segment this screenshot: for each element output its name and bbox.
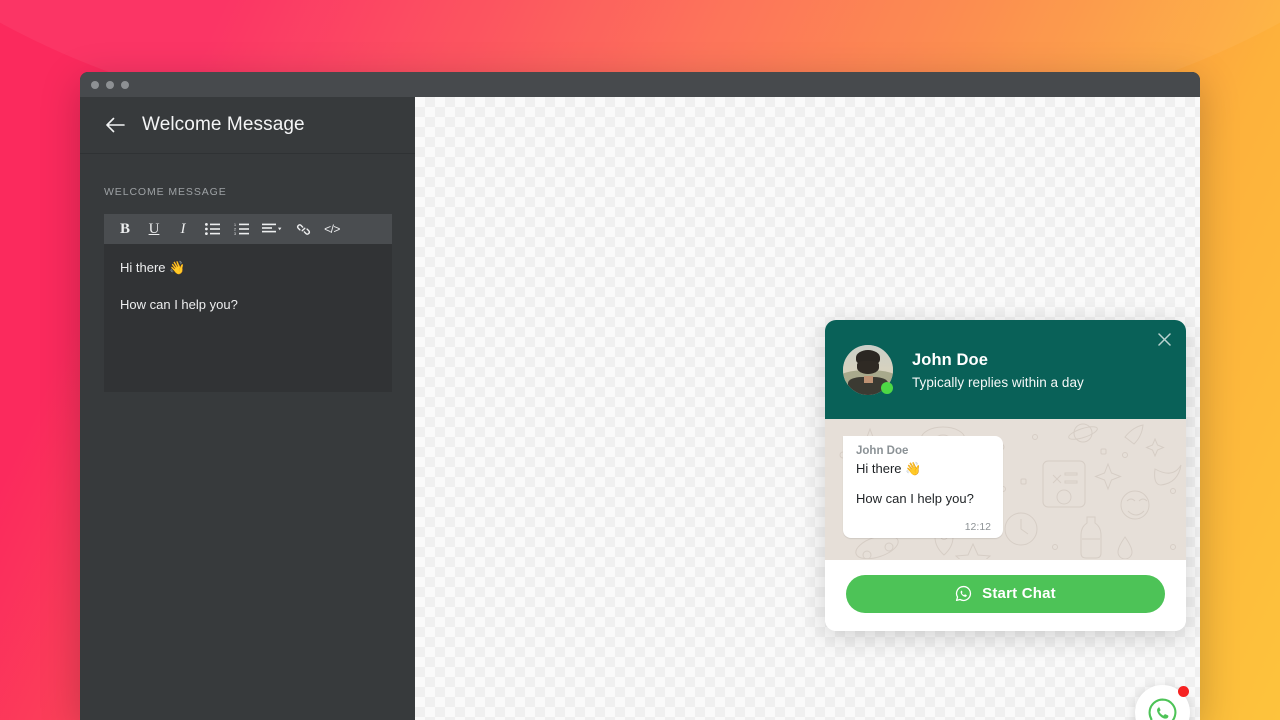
- align-left-dropdown-icon[interactable]: [257, 217, 287, 241]
- widget-footer: Start Chat: [825, 559, 1186, 631]
- online-status-dot: [881, 382, 893, 394]
- window-titlebar: [80, 72, 1200, 97]
- agent-reply-time: Typically replies within a day: [912, 374, 1084, 390]
- sidebar-panel: Welcome Message WELCOME MESSAGE B U I 1 …: [80, 97, 415, 720]
- start-chat-button[interactable]: Start Chat: [846, 574, 1165, 613]
- svg-text:3: 3: [234, 232, 236, 235]
- unread-badge-dot: [1178, 686, 1189, 697]
- bold-icon[interactable]: B: [112, 217, 138, 241]
- bubble-line: Hi there 👋: [856, 461, 922, 476]
- code-icon[interactable]: </>: [319, 217, 345, 241]
- whatsapp-widget-preview: John Doe Typically replies within a day: [825, 320, 1186, 631]
- avatar-wrapper: [843, 345, 893, 395]
- bubble-line: How can I help you?: [856, 491, 974, 507]
- window-body: Welcome Message WELCOME MESSAGE B U I 1 …: [80, 97, 1200, 720]
- rich-text-editor: B U I 1 2 3 </> Hi there 👋 How can I hel…: [104, 214, 392, 392]
- agent-info: John Doe Typically replies within a day: [912, 350, 1084, 389]
- welcome-message-field-label: WELCOME MESSAGE: [104, 186, 227, 198]
- bubble-timestamp: 12:12: [964, 520, 991, 533]
- agent-name: John Doe: [912, 351, 988, 370]
- editor-toolbar: B U I 1 2 3 </>: [104, 214, 392, 244]
- widget-header: John Doe Typically replies within a day: [825, 320, 1186, 419]
- editor-line: How can I help you?: [120, 296, 238, 312]
- welcome-message-textarea[interactable]: Hi there 👋 How can I help you?: [104, 244, 392, 392]
- whatsapp-icon: [1146, 696, 1179, 720]
- preview-canvas: John Doe Typically replies within a day: [415, 97, 1200, 720]
- close-icon[interactable]: [1155, 330, 1173, 348]
- whatsapp-icon: [955, 585, 972, 602]
- chat-message-bubble: John Doe Hi there 👋 How can I help you? …: [843, 436, 1003, 538]
- editor-line: Hi there 👋: [120, 260, 186, 275]
- bulleted-list-icon[interactable]: [199, 217, 225, 241]
- italic-icon[interactable]: I: [170, 217, 196, 241]
- underline-icon[interactable]: U: [141, 217, 167, 241]
- app-window: Welcome Message WELCOME MESSAGE B U I 1 …: [80, 72, 1200, 720]
- bubble-sender-name: John Doe: [856, 445, 909, 457]
- arrow-left-icon[interactable]: [104, 114, 126, 136]
- svg-text:2: 2: [234, 228, 236, 232]
- window-maximize-dot[interactable]: [121, 80, 129, 89]
- sidebar-header: Welcome Message: [80, 97, 415, 154]
- sidebar-content: WELCOME MESSAGE B U I 1 2 3 </> Hi there…: [80, 154, 415, 392]
- numbered-list-icon[interactable]: 1 2 3: [228, 217, 254, 241]
- window-close-dot[interactable]: [91, 80, 99, 89]
- window-minimize-dot[interactable]: [106, 80, 114, 89]
- link-icon[interactable]: [290, 217, 316, 241]
- svg-text:1: 1: [234, 223, 236, 227]
- start-chat-label: Start Chat: [982, 585, 1056, 603]
- widget-chat-area: W: [825, 419, 1186, 560]
- whatsapp-launcher-button[interactable]: [1135, 685, 1190, 720]
- page-title: Welcome Message: [142, 114, 305, 135]
